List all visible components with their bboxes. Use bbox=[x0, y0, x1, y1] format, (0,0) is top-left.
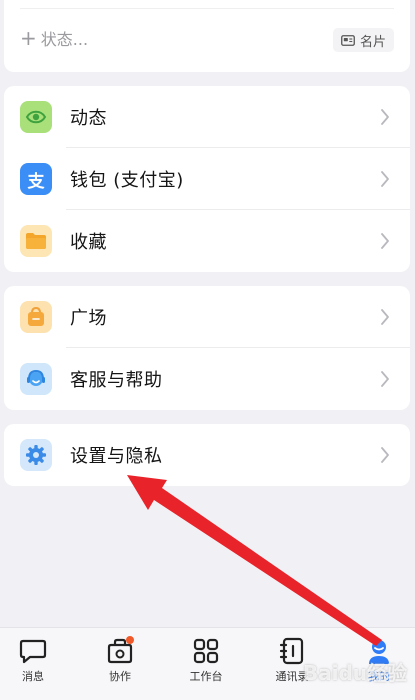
menu-item-label: 客服与帮助 bbox=[70, 370, 163, 391]
menu-item-label: 钱包 (支付宝) bbox=[70, 170, 184, 191]
tab-collaborate[interactable]: 协作 bbox=[90, 636, 150, 684]
business-card-button[interactable]: 名片 bbox=[332, 28, 394, 52]
menu-item-label: 动态 bbox=[70, 108, 107, 129]
menu-group-settings: 设置与隐私 bbox=[4, 424, 410, 486]
notification-dot bbox=[126, 636, 134, 644]
menu-item-support[interactable]: 客服与帮助 bbox=[4, 348, 410, 410]
tab-label: 协作 bbox=[109, 670, 131, 683]
divider bbox=[20, 8, 394, 9]
tab-label: 我的 bbox=[368, 670, 390, 683]
menu-item-wallet[interactable]: 支 钱包 (支付宝) bbox=[4, 148, 410, 210]
menu-item-label: 广场 bbox=[70, 308, 107, 329]
tab-label: 工作台 bbox=[189, 670, 223, 683]
tab-workbench[interactable]: 工作台 bbox=[176, 636, 236, 684]
menu-item-label: 设置与隐私 bbox=[70, 446, 163, 467]
gear-icon bbox=[20, 439, 52, 471]
status-placeholder: 状态... bbox=[40, 30, 89, 49]
profile-icon bbox=[364, 636, 394, 666]
grid-icon bbox=[191, 636, 221, 666]
menu-group-services: 广场 客服与帮助 bbox=[4, 286, 410, 410]
id-card-icon bbox=[341, 34, 355, 46]
chat-bubble-icon bbox=[18, 636, 48, 666]
eye-icon bbox=[20, 101, 52, 133]
menu-group-main: 动态 支 钱包 (支付宝) 收藏 bbox=[4, 86, 410, 272]
menu-item-settings-privacy[interactable]: 设置与隐私 bbox=[4, 424, 410, 486]
chevron-right-icon bbox=[381, 233, 389, 249]
shopping-bag-icon bbox=[20, 301, 52, 333]
collaborate-icon bbox=[105, 636, 135, 666]
tab-messages[interactable]: 消息 bbox=[3, 636, 63, 684]
plus-icon: + bbox=[20, 26, 37, 50]
menu-item-moments[interactable]: 动态 bbox=[4, 86, 410, 148]
status-input[interactable]: + 状态... bbox=[20, 26, 88, 50]
profile-card: + 状态... 名片 bbox=[4, 0, 410, 72]
chevron-right-icon bbox=[381, 447, 389, 463]
menu-item-label: 收藏 bbox=[70, 232, 107, 253]
tab-me[interactable]: 我的 bbox=[349, 636, 409, 684]
chevron-right-icon bbox=[381, 171, 389, 187]
menu-item-favorites[interactable]: 收藏 bbox=[4, 210, 410, 272]
contacts-icon bbox=[277, 636, 307, 666]
menu-item-plaza[interactable]: 广场 bbox=[4, 286, 410, 348]
folder-icon bbox=[20, 225, 52, 257]
alipay-icon: 支 bbox=[20, 163, 52, 195]
chevron-right-icon bbox=[381, 371, 389, 387]
headset-icon bbox=[20, 363, 52, 395]
chevron-right-icon bbox=[381, 309, 389, 325]
chevron-right-icon bbox=[381, 109, 389, 125]
card-chip-label: 名片 bbox=[359, 34, 386, 50]
tab-label: 消息 bbox=[22, 670, 44, 683]
tab-contacts[interactable]: 通讯录 bbox=[262, 636, 322, 684]
tab-label: 通讯录 bbox=[275, 670, 309, 683]
bottom-tab-bar: 消息 协作 工作台 通讯录 我的 bbox=[0, 627, 415, 700]
